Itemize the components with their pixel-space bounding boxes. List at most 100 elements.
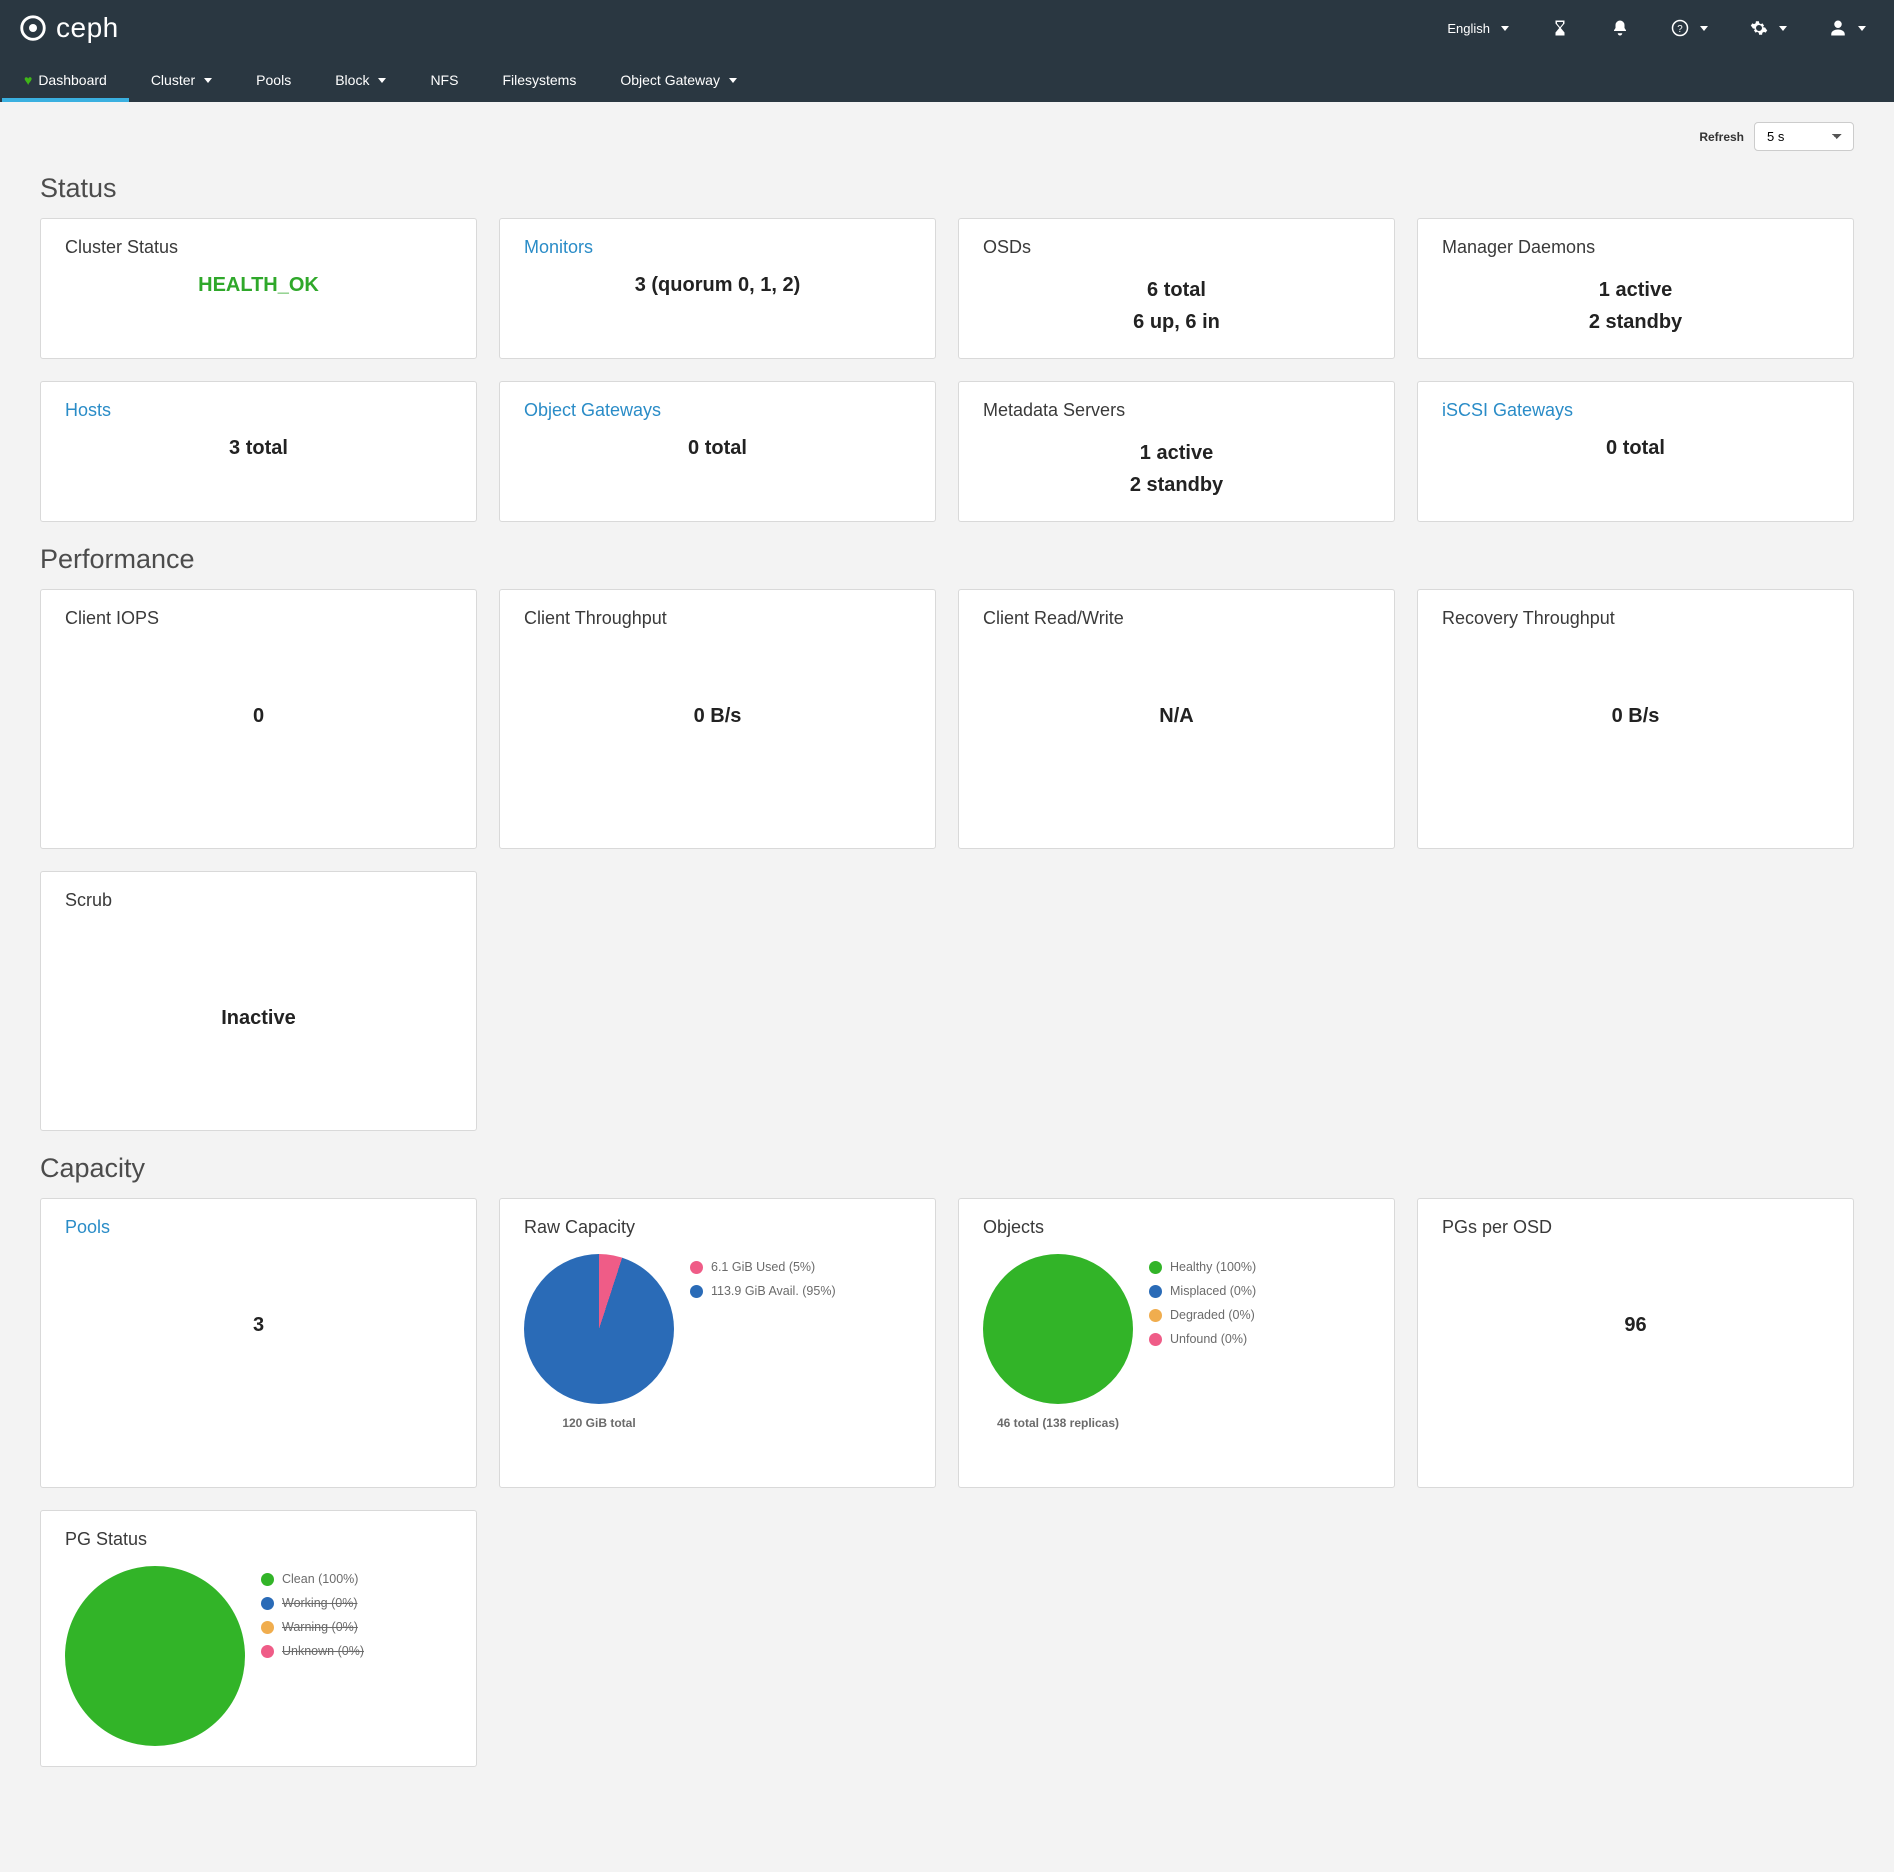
legend-item: Working (0%) [261, 1596, 364, 1610]
managers-line2: 2 standby [1442, 306, 1829, 338]
settings-menu[interactable] [1750, 19, 1787, 37]
legend-label: Healthy (100%) [1170, 1260, 1256, 1274]
performance-grid-row2: Scrub Inactive [40, 871, 1854, 1131]
raw-capacity-chart: 120 GiB total 6.1 GiB Used (5%) 113.9 Gi… [524, 1254, 911, 1430]
section-capacity-heading: Capacity [40, 1153, 1854, 1184]
legend-label: Clean (100%) [282, 1572, 358, 1586]
card-title: PGs per OSD [1442, 1217, 1829, 1238]
nav-dashboard-label: Dashboard [38, 72, 107, 88]
client-rw-value: N/A [983, 645, 1370, 788]
refresh-select[interactable]: 5 s [1754, 122, 1854, 151]
user-menu[interactable] [1829, 19, 1866, 37]
legend-label: Working (0%) [282, 1596, 357, 1610]
legend-item: Degraded (0%) [1149, 1308, 1256, 1322]
osds-value: 6 total 6 up, 6 in [983, 274, 1370, 338]
help-menu[interactable]: ? [1671, 19, 1708, 37]
scrub-value: Inactive [65, 927, 452, 1110]
card-hosts: Hosts 3 total [40, 381, 477, 522]
mds-value: 1 active 2 standby [983, 437, 1370, 501]
card-title-link[interactable]: Hosts [65, 400, 452, 421]
card-title: Scrub [65, 890, 452, 911]
legend-dot-icon [261, 1645, 274, 1658]
legend-label: Unknown (0%) [282, 1644, 364, 1658]
managers-line1: 1 active [1442, 274, 1829, 306]
status-grid-row1: Cluster Status HEALTH_OK Monitors 3 (quo… [40, 218, 1854, 359]
page-body: Refresh 5 s Status Cluster Status HEALTH… [0, 102, 1894, 1807]
legend-dot-icon [261, 1573, 274, 1586]
nav-object-gateway[interactable]: Object Gateway [598, 56, 759, 102]
nav-cluster[interactable]: Cluster [129, 56, 234, 102]
nav-nfs-label: NFS [430, 72, 458, 88]
card-title: Client IOPS [65, 608, 452, 629]
caret-down-icon [729, 78, 737, 83]
nav-pools[interactable]: Pools [234, 56, 313, 102]
legend-label: Warning (0%) [282, 1620, 358, 1634]
language-selector[interactable]: English [1447, 21, 1509, 36]
refresh-label: Refresh [1699, 130, 1744, 144]
nav-dashboard[interactable]: ♥ Dashboard [2, 56, 129, 102]
legend-item: 113.9 GiB Avail. (95%) [690, 1284, 836, 1298]
card-title-link[interactable]: Object Gateways [524, 400, 911, 421]
legend-dot-icon [690, 1261, 703, 1274]
card-client-rw: Client Read/Write N/A [958, 589, 1395, 849]
legend-dot-icon [690, 1285, 703, 1298]
objects-chart: 46 total (138 replicas) Healthy (100%) M… [983, 1254, 1370, 1430]
pools-value: 3 [65, 1254, 452, 1397]
caret-down-icon [378, 78, 386, 83]
legend-item: Misplaced (0%) [1149, 1284, 1256, 1298]
osds-line2: 6 up, 6 in [983, 306, 1370, 338]
card-mds: Metadata Servers 1 active 2 standby [958, 381, 1395, 522]
card-object-gateways: Object Gateways 0 total [499, 381, 936, 522]
card-title: PG Status [65, 1529, 452, 1550]
caret-down-icon [1700, 26, 1708, 31]
legend-dot-icon [1149, 1261, 1162, 1274]
pg-status-chart: Clean (100%) Working (0%) Warning (0%) U… [65, 1566, 452, 1746]
pg-status-legend: Clean (100%) Working (0%) Warning (0%) U… [261, 1572, 364, 1658]
nav-block[interactable]: Block [313, 56, 408, 102]
brand-logo[interactable]: ceph [18, 12, 119, 44]
card-pg-status: PG Status Clean (100%) Working (0%) Warn… [40, 1510, 477, 1767]
card-title-link[interactable]: iSCSI Gateways [1442, 400, 1829, 421]
pgs-per-osd-value: 96 [1442, 1254, 1829, 1397]
osds-line1: 6 total [983, 274, 1370, 306]
gear-icon [1750, 19, 1768, 37]
legend-label: Unfound (0%) [1170, 1332, 1247, 1346]
ceph-logo-icon [18, 13, 48, 43]
raw-capacity-caption: 120 GiB total [524, 1416, 674, 1430]
objects-caption: 46 total (138 replicas) [983, 1416, 1133, 1430]
legend-item: Clean (100%) [261, 1572, 364, 1586]
svg-text:?: ? [1677, 24, 1683, 35]
caret-down-icon [1779, 26, 1787, 31]
card-pools: Pools 3 [40, 1198, 477, 1488]
pie-objects [983, 1254, 1133, 1404]
hosts-value: 3 total [65, 437, 452, 460]
card-title: Cluster Status [65, 237, 452, 258]
section-status-heading: Status [40, 173, 1854, 204]
card-title-link[interactable]: Monitors [524, 237, 911, 258]
topbar-utilities: English ? [1447, 19, 1866, 37]
legend-dot-icon [1149, 1309, 1162, 1322]
legend-dot-icon [261, 1621, 274, 1634]
user-icon [1829, 19, 1847, 37]
tasks-icon[interactable] [1551, 19, 1569, 37]
bell-icon [1611, 19, 1629, 37]
legend-dot-icon [1149, 1333, 1162, 1346]
status-grid-row2: Hosts 3 total Object Gateways 0 total Me… [40, 381, 1854, 522]
mds-line2: 2 standby [983, 469, 1370, 501]
caret-down-icon [1858, 26, 1866, 31]
card-client-iops: Client IOPS 0 [40, 589, 477, 849]
objects-legend: Healthy (100%) Misplaced (0%) Degraded (… [1149, 1260, 1256, 1346]
card-title: Metadata Servers [983, 400, 1370, 421]
main-nav: ♥ Dashboard Cluster Pools Block NFS File… [0, 56, 1894, 102]
legend-label: 113.9 GiB Avail. (95%) [711, 1284, 836, 1298]
nav-filesystems[interactable]: Filesystems [480, 56, 598, 102]
raw-capacity-legend: 6.1 GiB Used (5%) 113.9 GiB Avail. (95%) [690, 1260, 836, 1298]
notifications-icon[interactable] [1611, 19, 1629, 37]
nav-nfs[interactable]: NFS [408, 56, 480, 102]
card-title-link[interactable]: Pools [65, 1217, 452, 1238]
card-monitors: Monitors 3 (quorum 0, 1, 2) [499, 218, 936, 359]
nav-pools-label: Pools [256, 72, 291, 88]
legend-dot-icon [261, 1597, 274, 1610]
nav-block-label: Block [335, 72, 369, 88]
nav-filesystems-label: Filesystems [502, 72, 576, 88]
